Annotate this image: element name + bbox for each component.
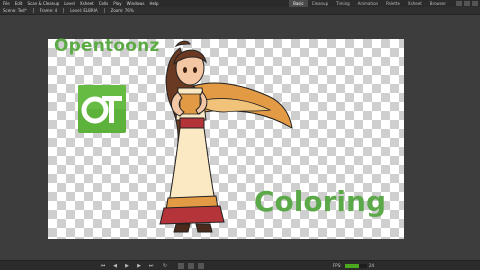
- play-icon[interactable]: ▶: [124, 263, 130, 269]
- minimize-icon[interactable]: [456, 1, 462, 6]
- viewer-title-bar: Scene: Ted* Frame: 4 Level: ELBRIA Zoom:…: [0, 7, 480, 15]
- window-controls: [454, 0, 478, 7]
- grid-icon[interactable]: [198, 263, 204, 269]
- opentoonz-title: Opentoonz: [54, 36, 160, 56]
- room-tabs: Basic Cleanup Timing Animation Palette X…: [289, 0, 450, 7]
- loop-icon[interactable]: ↻: [162, 263, 168, 269]
- menu-help[interactable]: Help: [149, 0, 158, 7]
- room-tab-timing[interactable]: Timing: [332, 0, 354, 7]
- zoom-indicator: Zoom: 76%: [110, 8, 134, 13]
- menu-windows[interactable]: Windows: [127, 0, 145, 7]
- room-tab-basic[interactable]: Basic: [289, 0, 308, 7]
- menu-cells[interactable]: Cells: [99, 0, 109, 7]
- opentoonz-logo: OT: [78, 85, 126, 133]
- zoom-icon[interactable]: [188, 263, 194, 269]
- next-frame-icon[interactable]: ▶: [136, 263, 142, 269]
- divider: [63, 8, 65, 13]
- room-tab-palette[interactable]: Palette: [382, 0, 404, 7]
- fps-slider[interactable]: [345, 264, 367, 268]
- opentoonz-window: File Edit Scan & Cleanup Level Xsheet Ce…: [0, 0, 480, 270]
- room-tab-cleanup[interactable]: Cleanup: [308, 0, 332, 7]
- room-tab-browser[interactable]: Browser: [426, 0, 450, 7]
- maximize-icon[interactable]: [464, 1, 470, 6]
- menu-play[interactable]: Play: [113, 0, 121, 7]
- divider: [32, 8, 34, 13]
- playback-bar: ⏮ ◀ ▶ ▶ ⏭ ↻ FPS: 24: [0, 260, 480, 270]
- scene-name: Scene: Ted*: [3, 8, 27, 13]
- fps-label: FPS:: [333, 263, 342, 268]
- menu-scan-cleanup[interactable]: Scan & Cleanup: [27, 0, 59, 7]
- menu-xsheet[interactable]: Xsheet: [80, 0, 94, 7]
- room-tab-animation[interactable]: Animation: [354, 0, 382, 7]
- menu-edit[interactable]: Edit: [15, 0, 23, 7]
- menu-file[interactable]: File: [3, 0, 10, 7]
- fps-value[interactable]: 24: [369, 263, 374, 269]
- menu-level[interactable]: Level: [64, 0, 75, 7]
- level-indicator: Level: ELBRIA: [70, 8, 98, 13]
- fps-slider-fill: [345, 264, 360, 268]
- prev-frame-icon[interactable]: ◀: [112, 263, 118, 269]
- close-icon[interactable]: [472, 1, 478, 6]
- last-frame-icon[interactable]: ⏭: [148, 263, 154, 269]
- camera-icon[interactable]: [178, 263, 184, 269]
- frame-indicator: Frame: 4: [39, 8, 58, 13]
- coloring-title: Coloring: [254, 185, 387, 218]
- divider: [103, 8, 105, 13]
- menu-bar: File Edit Scan & Cleanup Level Xsheet Ce…: [0, 0, 480, 7]
- room-tab-xsheet[interactable]: Xsheet: [404, 0, 426, 7]
- first-frame-icon[interactable]: ⏮: [100, 263, 106, 269]
